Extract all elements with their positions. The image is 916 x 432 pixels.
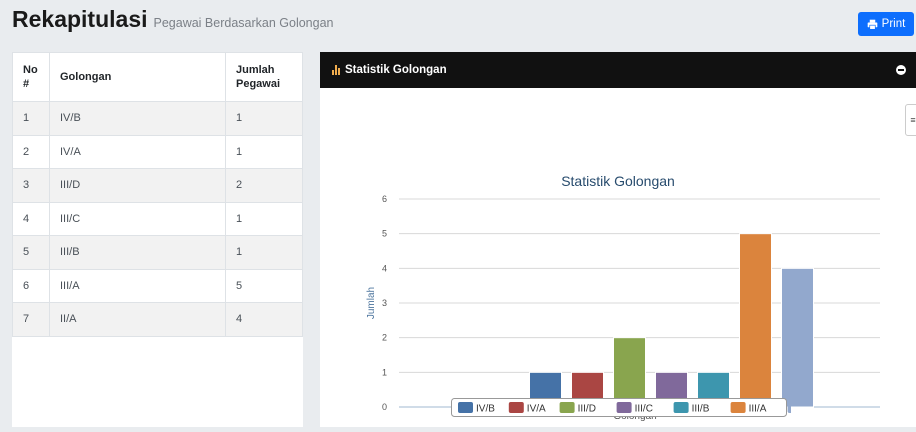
- table-row: 3 III/D 2: [12, 168, 303, 203]
- bar-chart-icon: [332, 65, 340, 75]
- legend-swatch[interactable]: [673, 402, 689, 413]
- y-tick-label: 2: [382, 333, 387, 343]
- table-cell-no: 1: [12, 101, 50, 136]
- table-row: 4 III/C 1: [12, 201, 303, 236]
- y-tick-label: 0: [382, 402, 387, 412]
- legend-item[interactable]: III/A: [749, 404, 767, 415]
- y-tick-label: 1: [382, 367, 387, 377]
- collapse-icon[interactable]: [896, 65, 906, 75]
- table-cell-jumlah: 1: [225, 134, 303, 169]
- table-cell-golongan: III/A: [49, 268, 226, 303]
- y-tick-label: 4: [382, 263, 387, 273]
- legend-item[interactable]: IV/B: [476, 404, 495, 415]
- table-cell-golongan: III/D: [49, 168, 226, 203]
- chart-legend: IV/BIV/AIII/DIII/CIII/BIII/AII/A: [451, 398, 791, 417]
- legend-item[interactable]: III/C: [635, 404, 653, 415]
- chart-panel-header: Statistik Golongan: [320, 52, 916, 88]
- legend-item[interactable]: III/B: [692, 404, 710, 415]
- table-row: 1 IV/B 1: [12, 101, 303, 136]
- y-tick-label: 5: [382, 229, 387, 239]
- table-cell-no: 3: [12, 168, 50, 203]
- y-axis-label: Jumlah: [366, 287, 377, 319]
- table-cell-golongan: IV/B: [49, 101, 226, 136]
- table-cell-jumlah: 2: [225, 168, 303, 203]
- table-cell-jumlah: 1: [225, 201, 303, 236]
- y-tick-label: 6: [382, 194, 387, 204]
- table-cell-golongan: III/C: [49, 201, 226, 236]
- table-row: 7 II/A 4: [12, 302, 303, 337]
- table-cell-jumlah: 4: [225, 302, 303, 337]
- table-cell-no: 6: [12, 268, 50, 303]
- legend-swatch[interactable]: [787, 402, 791, 413]
- column-header-no[interactable]: No #: [12, 52, 50, 102]
- table-row: 6 III/A 5: [12, 268, 303, 303]
- printer-icon: [867, 19, 877, 30]
- legend-item[interactable]: III/D: [578, 404, 596, 415]
- table-cell-golongan: III/B: [49, 235, 226, 270]
- table-cell-jumlah: 1: [225, 235, 303, 270]
- table-cell-no: 5: [12, 235, 50, 270]
- side-menu-tab[interactable]: ≡: [905, 104, 916, 136]
- legend-swatch[interactable]: [458, 402, 473, 413]
- legend-item[interactable]: IV/A: [527, 404, 546, 415]
- bar-ii-a: [781, 267, 814, 408]
- table-row: 5 III/B 1: [12, 235, 303, 270]
- golongan-table-card: No # Golongan Jumlah Pegawai 1 IV/B 1 2 IV/A…: [12, 52, 303, 427]
- table-cell-golongan: IV/A: [49, 134, 226, 169]
- chart-panel: Statistik Golongan Statistik Golongan 0 1 2…: [320, 52, 916, 427]
- chart-panel-title: Statistik Golongan: [345, 64, 447, 76]
- column-header-jumlah[interactable]: Jumlah Pegawai: [225, 52, 303, 102]
- table-cell-golongan: II/A: [49, 302, 226, 337]
- page-subtitle: Pegawai Berdasarkan Golongan: [153, 16, 334, 30]
- bar-iii-d: [613, 337, 646, 408]
- print-button-label: Print: [881, 18, 906, 30]
- legend-swatch[interactable]: [730, 402, 746, 413]
- column-header-golongan[interactable]: Golongan: [49, 52, 226, 102]
- y-tick-label: 3: [382, 298, 387, 308]
- table-header-row: No # Golongan Jumlah Pegawai: [12, 52, 303, 102]
- table-body: 1 IV/B 1 2 IV/A 1 3 III/D 2 4 III/C 1 5 III/B 1 6 III/A 5…: [12, 101, 303, 337]
- table-row: 2 IV/A 1: [12, 134, 303, 169]
- table-cell-no: 2: [12, 134, 50, 169]
- golongan-table: No # Golongan Jumlah Pegawai 1 IV/B 1 2 IV/A…: [12, 52, 303, 337]
- page-title: Rekapitulasi: [12, 6, 148, 32]
- legend-swatch[interactable]: [616, 402, 632, 413]
- legend-swatch[interactable]: [508, 402, 524, 413]
- legend-swatch[interactable]: [559, 402, 575, 413]
- print-button[interactable]: Print: [858, 12, 914, 36]
- chart-title: Statistik Golongan: [561, 173, 675, 189]
- bar-iii-a: [739, 233, 772, 408]
- bar-chart: Statistik Golongan0123456JumlahGolongan: [366, 173, 880, 422]
- table-cell-jumlah: 1: [225, 101, 303, 136]
- page-header: Rekapitulasi Pegawai Berdasarkan Golonga…: [12, 6, 333, 46]
- table-cell-no: 4: [12, 201, 50, 236]
- table-cell-no: 7: [12, 302, 50, 337]
- table-cell-jumlah: 5: [225, 268, 303, 303]
